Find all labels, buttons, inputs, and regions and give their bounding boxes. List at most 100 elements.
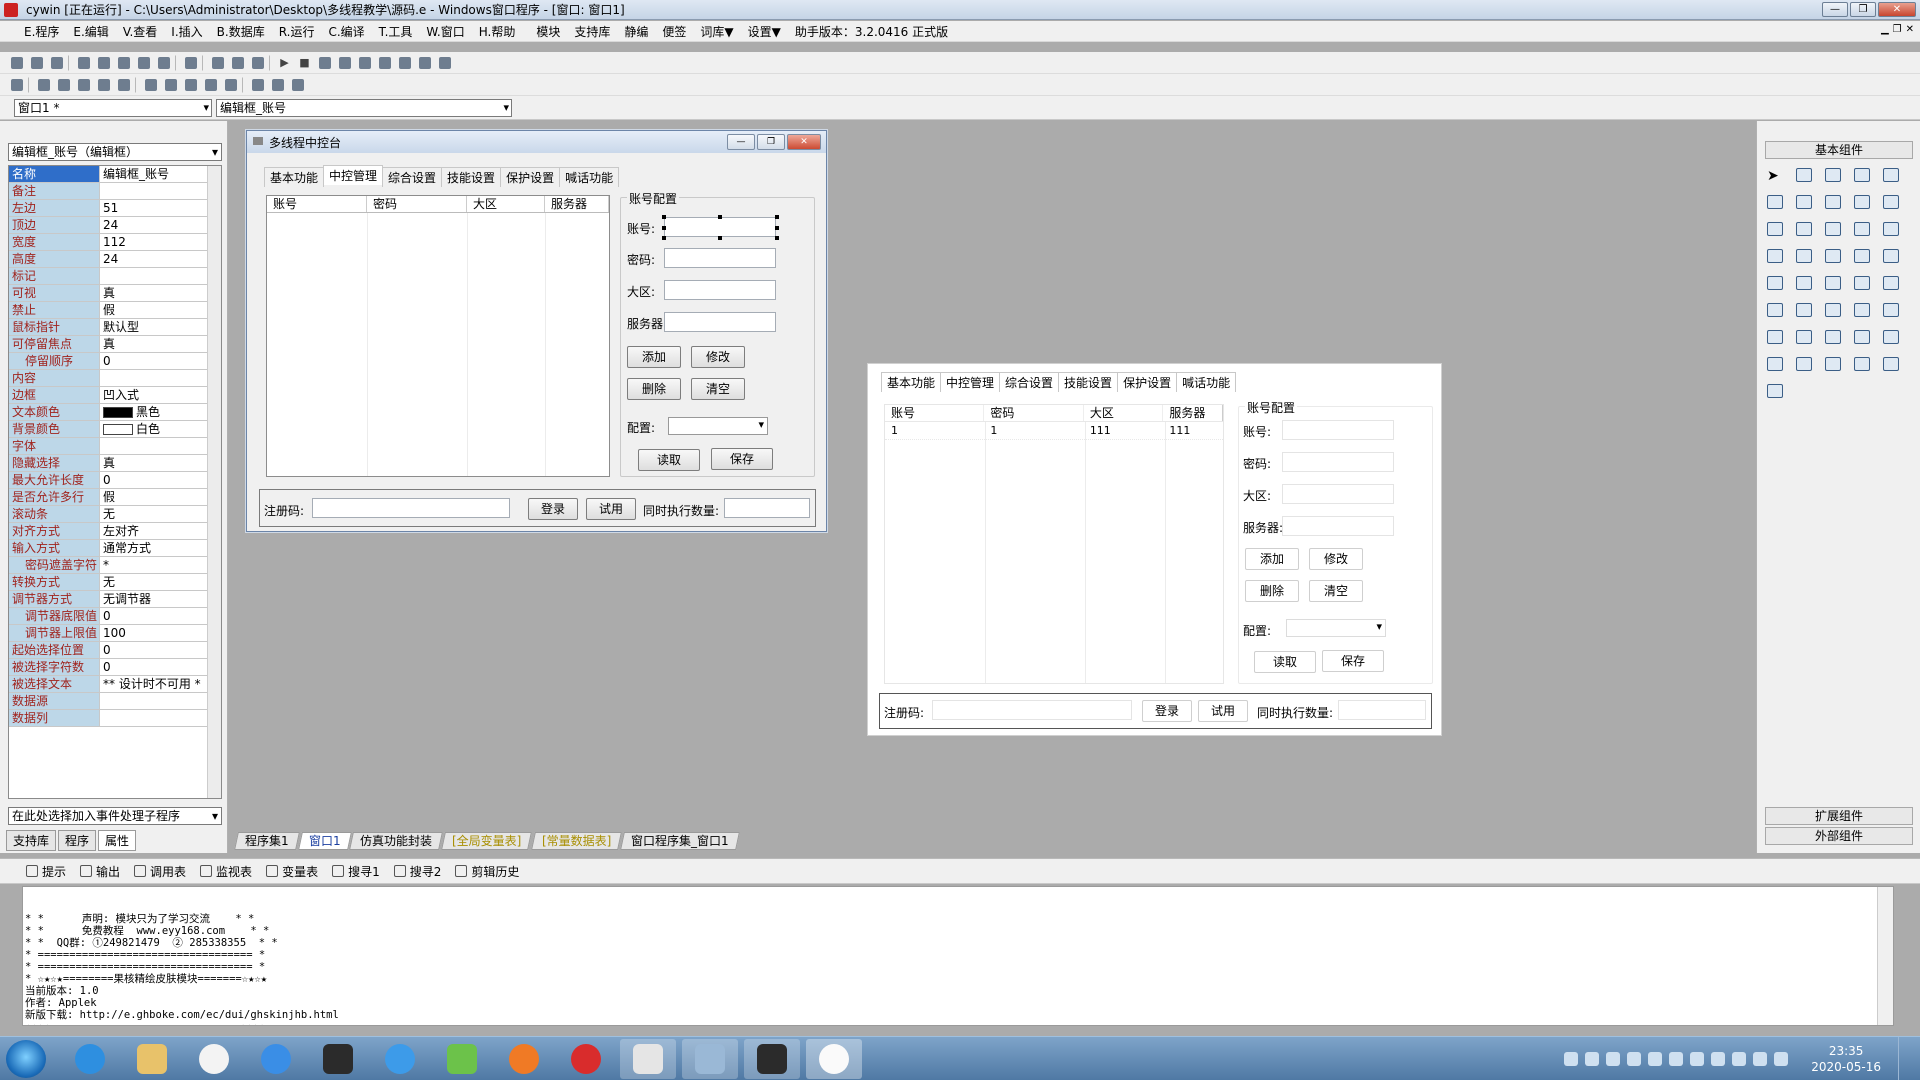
component-icon[interactable] [1881,300,1901,320]
property-row[interactable]: 内容 [9,370,221,387]
tab-skills[interactable]: 技能设置 [441,167,502,187]
align-right-icon[interactable] [55,76,72,93]
rt-region-input[interactable] [1282,484,1394,504]
property-row[interactable]: 停留顺序 0 [9,353,221,370]
property-row[interactable]: 起始选择位置 0 [9,642,221,659]
assistant-icon[interactable] [436,54,453,71]
same-size-icon[interactable] [182,76,199,93]
read-button[interactable]: 读取 [638,449,700,471]
component-icon[interactable] [1852,246,1872,266]
run-to-cursor-icon[interactable] [396,54,413,71]
property-value[interactable]: 默认型 [100,319,221,335]
designer-maximize-button[interactable]: ❐ [757,134,785,150]
menu-lexicon[interactable]: 词库▼ [693,23,740,40]
component-icon[interactable] [1881,219,1901,239]
object-selector[interactable]: 编辑框_账号（编辑框） [8,143,222,161]
property-row[interactable]: 可视真 [9,285,221,302]
save-button[interactable]: 保存 [711,448,773,470]
component-icon[interactable] [1823,192,1843,212]
selection-handle[interactable] [662,215,666,219]
stop-icon[interactable]: ■ [296,54,313,71]
component-icon[interactable] [1823,273,1843,293]
taskbar-notepad-icon[interactable] [682,1039,738,1079]
selection-handle[interactable] [662,236,666,240]
col-server[interactable]: 服务器 [545,196,609,212]
menu-program[interactable]: E.程序 [0,23,66,40]
property-value[interactable]: 0 [100,353,221,369]
control-selector[interactable]: 编辑框_账号 [216,99,512,117]
taskbar-player-icon[interactable] [434,1039,490,1079]
menu-database[interactable]: B.数据库 [210,23,272,40]
selection-handle[interactable] [775,226,779,230]
same-width-icon[interactable] [142,76,159,93]
space-v-icon[interactable] [222,76,239,93]
center-h-icon[interactable] [249,76,266,93]
property-row[interactable]: 边框 凹入式 [9,387,221,404]
find-icon[interactable] [182,54,199,71]
component-icon[interactable] [1881,273,1901,293]
component-icon[interactable] [1881,327,1901,347]
designer-minimize-button[interactable]: — [727,134,755,150]
property-row[interactable]: 标记 [9,268,221,285]
rt-tab-basic[interactable]: 基本功能 [881,372,942,392]
component-icon[interactable] [1852,192,1872,212]
property-row[interactable]: 文本颜色 黑色 [9,404,221,421]
taskbar-netease-icon[interactable] [558,1039,614,1079]
show-desktop-button[interactable] [1898,1037,1910,1080]
property-row[interactable]: 调节器底限值 0 [9,608,221,625]
output-tab-search1[interactable]: 搜寻1 [332,863,380,880]
property-value[interactable]: 白色 [100,421,221,437]
component-icon[interactable] [1794,300,1814,320]
property-row[interactable]: 左边 51 [9,200,221,217]
rt-col-account[interactable]: 账号 [885,405,985,421]
rt-add-button[interactable]: 添加 [1245,548,1299,570]
component-icon[interactable] [1852,273,1872,293]
cut-icon[interactable] [75,54,92,71]
property-scrollbar[interactable] [207,166,221,798]
component-icon[interactable] [1765,300,1785,320]
property-value[interactable]: 0 [100,642,221,658]
component-icon[interactable] [1852,165,1872,185]
property-value[interactable] [100,438,221,454]
component-icon[interactable] [1765,381,1785,401]
taskbar-explorer-icon[interactable] [124,1039,180,1079]
property-row[interactable]: 顶边 24 [9,217,221,234]
property-value[interactable]: 0 [100,659,221,675]
component-icon[interactable] [1765,246,1785,266]
rt-delete-button[interactable]: 删除 [1245,580,1299,602]
region-input[interactable] [664,280,776,300]
designer-close-button[interactable]: ✕ [787,134,821,150]
tab-basic[interactable]: 基本功能 [264,167,325,187]
menu-settings[interactable]: 设置▼ [741,23,788,40]
property-row[interactable]: 是否允许多行假 [9,489,221,506]
component-icon[interactable] [1765,327,1785,347]
rt-tab-skills[interactable]: 技能设置 [1058,372,1119,392]
component-icon[interactable] [1823,327,1843,347]
property-value[interactable]: 0 [100,472,221,488]
rt-login-button[interactable]: 登录 [1142,700,1192,722]
menu-support-lib[interactable]: 支持库 [567,23,617,40]
property-row[interactable]: 被选择字符数 0 [9,659,221,676]
component-icon[interactable] [1823,246,1843,266]
output-tab-search2[interactable]: 搜寻2 [393,863,441,880]
property-value[interactable]: 无调节器 [100,591,221,607]
doc-tab-simulation[interactable]: 仿真功能封装 [349,832,444,850]
tab-program[interactable]: 程序 [58,830,97,851]
taskbar-qq-icon[interactable] [806,1039,862,1079]
tray-search-icon[interactable] [1564,1052,1579,1066]
doc-tab-window1[interactable]: 窗口1 [297,832,352,850]
output-tab-tips[interactable]: 提示 [26,863,66,880]
property-row[interactable]: 被选择文本 ** 设计时不可用 * [9,676,221,693]
rt-password-input[interactable] [1282,452,1394,472]
component-icon[interactable] [1852,327,1872,347]
mdi-minimize-button[interactable]: ▁ [1881,24,1889,35]
config-select[interactable] [668,417,768,435]
selection-handle[interactable] [775,215,779,219]
same-height-icon[interactable] [162,76,179,93]
rt-tab-control-center[interactable]: 中控管理 [940,372,1001,392]
property-value[interactable]: 112 [100,234,221,250]
component-icon[interactable] [1823,300,1843,320]
tray-monitor-icon[interactable] [1711,1052,1726,1066]
taskbar-app-icon[interactable] [186,1039,242,1079]
taskbar-firefox-icon[interactable] [496,1039,552,1079]
